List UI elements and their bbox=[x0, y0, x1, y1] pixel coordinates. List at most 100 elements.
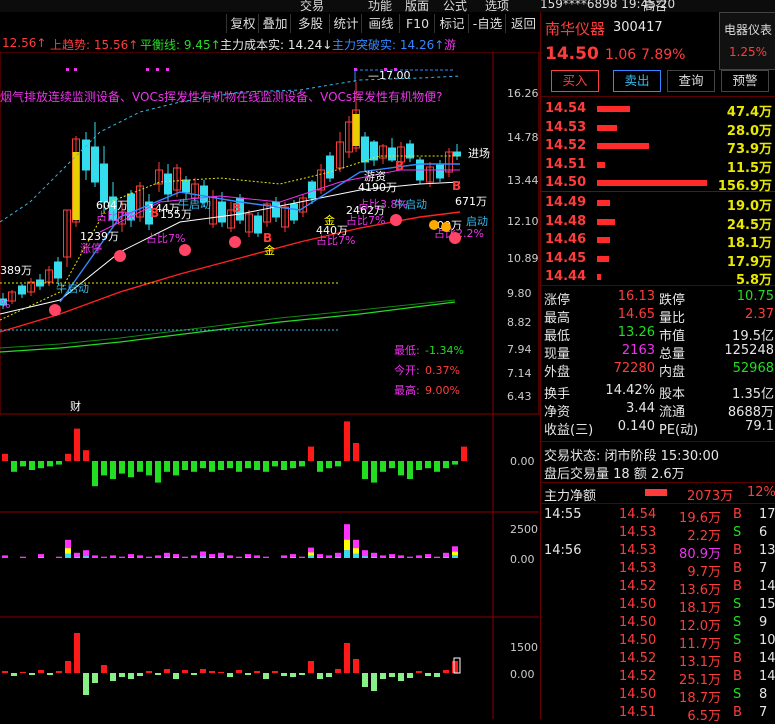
toolbar-button[interactable]: F10 bbox=[399, 14, 435, 33]
flow-bar-base bbox=[218, 556, 224, 558]
tick-count: 7 bbox=[759, 561, 768, 576]
tick-row: 14.52 25.1万 B 14 bbox=[541, 669, 775, 688]
toolbar-button[interactable]: 画线 bbox=[361, 14, 400, 33]
volume-bar bbox=[65, 453, 71, 461]
kline-chart[interactable]: 16.26 14.78 13.44 12.10 10.89 9.80 8.82 7.94 7.1… bbox=[0, 52, 540, 719]
order-book-row[interactable]: 14.54 47.4万 bbox=[541, 101, 775, 120]
sub3-bar bbox=[362, 673, 368, 687]
volume-bar bbox=[416, 461, 422, 470]
flow-bar bbox=[101, 556, 107, 558]
trade-button[interactable]: 查询 bbox=[667, 70, 715, 92]
sub3-bar bbox=[137, 673, 143, 676]
candle-body bbox=[164, 173, 172, 195]
volume-bar bbox=[101, 461, 107, 476]
tick-side: B bbox=[733, 579, 742, 594]
toolbar-button[interactable]: 复权 bbox=[226, 14, 259, 33]
price-axis-label: 10.89 bbox=[507, 252, 539, 265]
flow-bar bbox=[416, 555, 422, 558]
order-volume-bar bbox=[597, 106, 630, 112]
sub3-bar bbox=[92, 673, 98, 683]
sub3-bar bbox=[173, 673, 179, 679]
sub3-bar bbox=[452, 661, 458, 673]
volume-bar bbox=[146, 461, 152, 476]
quote-value: 125248 bbox=[724, 343, 774, 358]
toolbar-button[interactable]: 标记 bbox=[434, 14, 469, 33]
tick-count: 14 bbox=[759, 651, 775, 666]
sub3-bar bbox=[218, 672, 224, 673]
tick-side: B bbox=[733, 507, 742, 522]
order-volume-bar bbox=[597, 161, 605, 168]
trade-button[interactable]: 卖出 bbox=[613, 70, 661, 92]
order-book-row[interactable]: 14.49 19.0万 bbox=[541, 195, 775, 214]
order-book-row[interactable]: 14.48 24.5万 bbox=[541, 214, 775, 233]
flow-bar bbox=[299, 556, 305, 558]
order-volume-bar bbox=[597, 255, 609, 262]
sub3-bar bbox=[389, 673, 395, 677]
volume-bar bbox=[434, 461, 440, 472]
price-change: 1.06 bbox=[605, 47, 637, 63]
price-axis-label: 13.44 bbox=[507, 174, 539, 187]
order-book-row[interactable]: 14.46 18.1万 bbox=[541, 232, 775, 251]
chart-annotation: 金 bbox=[324, 213, 335, 227]
chart-annotation: 占比7% bbox=[96, 209, 135, 223]
sub3-bar bbox=[47, 673, 53, 675]
order-volume-bar bbox=[597, 124, 617, 131]
candle-body bbox=[218, 201, 226, 223]
candle-body bbox=[453, 151, 461, 157]
price-axis-label: 8.82 bbox=[507, 316, 532, 329]
order-book-row[interactable]: 14.53 28.0万 bbox=[541, 120, 775, 139]
order-book-row[interactable]: 14.45 17.9万 bbox=[541, 251, 775, 270]
quote-label: 跌停 bbox=[659, 293, 686, 308]
order-price: 14.44 bbox=[545, 269, 587, 284]
volume-bar bbox=[29, 461, 35, 470]
sub3-bar bbox=[2, 671, 8, 673]
main-flow-pct: 12% bbox=[747, 485, 775, 500]
toolbar-button[interactable]: 返回 bbox=[505, 14, 541, 33]
price-axis-label: 12.10 bbox=[507, 215, 539, 228]
chart-annotation: 涨停 bbox=[80, 241, 102, 255]
tick-price: 14.50 bbox=[619, 597, 657, 612]
quote-label: 涨停 bbox=[544, 293, 571, 308]
stat-label: 最高: bbox=[394, 383, 420, 397]
sub3-bar bbox=[56, 671, 62, 673]
sub3-bar bbox=[281, 673, 287, 676]
volume-bar bbox=[83, 450, 89, 461]
flow-bar-base bbox=[173, 557, 179, 558]
buy-signal-marker: B bbox=[395, 159, 404, 173]
chart-annotation: 155万 bbox=[160, 208, 192, 221]
sub3-bar bbox=[20, 672, 26, 673]
flow-bar-base bbox=[353, 553, 359, 558]
trade-button[interactable]: 买入 bbox=[551, 70, 599, 92]
volume-bar bbox=[461, 446, 467, 461]
flow-bar bbox=[92, 555, 98, 558]
order-volume: 73.9万 bbox=[726, 142, 772, 157]
toolbar-button[interactable]: 叠加 bbox=[258, 14, 291, 33]
chart-annotation: 389万 bbox=[0, 264, 32, 277]
toolbar-button[interactable]: 统计 bbox=[329, 14, 362, 33]
quote-row: 最高 14.65 量比 2.37 bbox=[541, 307, 775, 326]
flow-bar bbox=[137, 555, 143, 558]
ma-line-red bbox=[0, 211, 461, 333]
order-book-row[interactable]: 14.44 5.8万 bbox=[541, 269, 775, 288]
order-book-row[interactable]: 14.51 11.5万 bbox=[541, 157, 775, 176]
flow-bar-base bbox=[335, 556, 341, 558]
volume-bar bbox=[119, 461, 125, 474]
toolbar-button[interactable]: 多股 bbox=[290, 14, 330, 33]
trade-button[interactable]: 预警 bbox=[721, 70, 769, 92]
toolbar-button[interactable]: -自选 bbox=[468, 14, 506, 33]
tick-side: S bbox=[733, 597, 742, 612]
flow-bar bbox=[56, 556, 62, 558]
order-volume: 24.5万 bbox=[726, 217, 772, 233]
balance-line-2 bbox=[0, 299, 456, 349]
quote-row: 外盘 72280 内盘 52968 bbox=[541, 361, 775, 380]
chart-annotation: % bbox=[0, 298, 10, 311]
order-book-row[interactable]: 14.50 156.9万 bbox=[541, 175, 775, 194]
volume-bar bbox=[173, 461, 179, 476]
flow-bar-inner bbox=[308, 552, 314, 556]
price-axis-label: 7.14 bbox=[507, 367, 532, 380]
order-book-row[interactable]: 14.52 73.9万 bbox=[541, 138, 775, 157]
sub2-axis-label-top: 2500 bbox=[510, 523, 538, 536]
volume-bar bbox=[191, 461, 197, 472]
flow-bar bbox=[407, 556, 413, 558]
tick-side: B bbox=[733, 543, 742, 558]
